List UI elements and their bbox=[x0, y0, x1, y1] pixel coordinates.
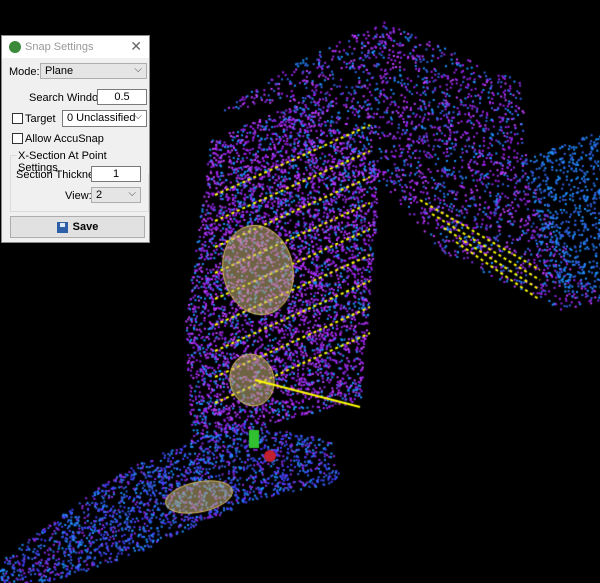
view-select[interactable]: 2 ⌵ bbox=[91, 187, 141, 203]
target-label: Target bbox=[25, 113, 56, 125]
floppy-disk-icon bbox=[56, 221, 68, 233]
view-label: View: bbox=[65, 190, 92, 202]
target-checkbox[interactable] bbox=[12, 113, 23, 124]
target-class-select[interactable]: 0 Unclassified ⌵ bbox=[62, 110, 147, 127]
mode-value: Plane bbox=[45, 65, 74, 77]
close-icon[interactable]: ✕ bbox=[130, 38, 142, 55]
snap-settings-dialog: Snap Settings ✕ Mode: Plane ⌵ Search Wind… bbox=[1, 35, 150, 243]
mode-select[interactable]: Plane ⌵ bbox=[40, 63, 147, 79]
chevron-down-icon: ⌵ bbox=[134, 111, 142, 122]
save-label: Save bbox=[72, 221, 99, 233]
allow-accusnap-checkbox[interactable] bbox=[12, 133, 23, 144]
target-class-value: 0 Unclassified bbox=[67, 112, 136, 124]
save-button[interactable]: Save bbox=[10, 216, 145, 238]
section-thickness-input[interactable]: 1 bbox=[91, 166, 141, 182]
mode-label: Mode: bbox=[9, 66, 40, 78]
dialog-title: Snap Settings bbox=[25, 41, 94, 53]
app-logo-icon bbox=[9, 41, 21, 53]
search-window-input[interactable]: 0.5 bbox=[97, 89, 147, 105]
chevron-down-icon: ⌵ bbox=[128, 188, 136, 199]
chevron-down-icon: ⌵ bbox=[134, 64, 142, 75]
allow-accusnap-label: Allow AccuSnap bbox=[25, 133, 104, 145]
dialog-titlebar[interactable]: Snap Settings ✕ bbox=[2, 36, 149, 58]
view-value: 2 bbox=[96, 189, 103, 201]
